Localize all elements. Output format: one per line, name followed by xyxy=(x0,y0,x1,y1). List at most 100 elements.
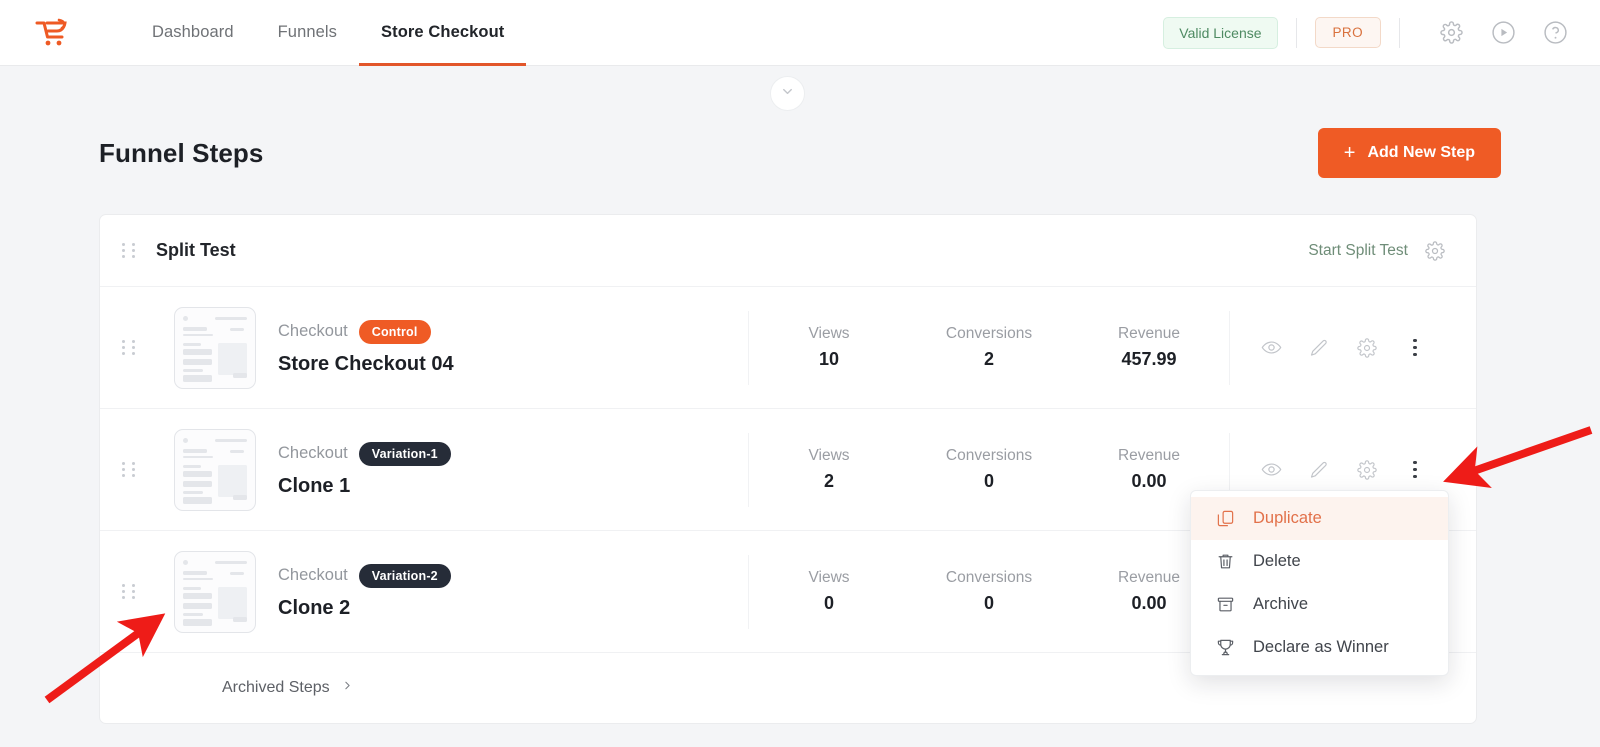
more-vertical-icon[interactable] xyxy=(1404,338,1426,357)
top-navigation-bar: Dashboard Funnels Store Checkout Valid L… xyxy=(0,0,1600,66)
step-name: Clone 1 xyxy=(278,474,351,497)
menu-item-delete[interactable]: Delete xyxy=(1191,540,1448,583)
drag-handle-icon[interactable] xyxy=(122,462,138,477)
stat-value: 0 xyxy=(983,471,994,491)
header-actions: Valid License PRO xyxy=(1163,14,1574,52)
stat-conversions: Conversions 2 xyxy=(909,325,1069,370)
step-type-label: Checkout xyxy=(278,322,348,340)
stat-conversions: Conversions 0 xyxy=(909,569,1069,614)
step-thumbnail[interactable] xyxy=(174,550,256,633)
copy-icon xyxy=(1215,509,1235,528)
stat-label: Conversions xyxy=(945,447,1033,464)
step-info: Checkout Control Store Checkout 04 xyxy=(278,319,748,376)
nav-item-store-checkout[interactable]: Store Checkout xyxy=(359,0,527,66)
step-type-label: Checkout xyxy=(278,566,348,584)
step-info: Checkout Variation-2 Clone 2 xyxy=(278,563,748,620)
archived-steps-link[interactable]: Archived Steps xyxy=(222,679,354,697)
add-new-step-button[interactable]: + Add New Step xyxy=(1317,128,1501,178)
step-thumbnail[interactable] xyxy=(174,428,256,511)
preview-icon[interactable] xyxy=(1260,459,1282,481)
stat-value: 10 xyxy=(818,349,840,369)
stat-label: Views xyxy=(808,569,850,586)
row-actions xyxy=(1230,459,1426,481)
main-nav: Dashboard Funnels Store Checkout xyxy=(130,0,527,66)
step-row[interactable]: Checkout Control Store Checkout 04 Views… xyxy=(100,287,1476,409)
drag-handle-icon[interactable] xyxy=(122,243,138,258)
step-stats: Views 0 Conversions 0 Revenue 0.00 xyxy=(749,569,1229,614)
start-split-test-button[interactable]: Start Split Test xyxy=(1308,242,1408,260)
step-info: Checkout Variation-1 Clone 1 xyxy=(278,441,748,498)
nav-label: Store Checkout xyxy=(381,23,505,41)
step-thumbnail[interactable] xyxy=(174,306,256,389)
step-stats: Views 2 Conversions 0 Revenue 0.00 xyxy=(749,447,1229,492)
step-stats: Views 10 Conversions 2 Revenue 457.99 xyxy=(749,325,1229,370)
stat-label: Conversions xyxy=(945,569,1033,586)
gear-icon[interactable] xyxy=(1356,337,1378,359)
step-badge: Variation-1 xyxy=(358,441,451,466)
archive-box-icon xyxy=(1215,595,1235,614)
stat-revenue: Revenue 0.00 xyxy=(1069,447,1229,492)
stat-value: 2 xyxy=(823,471,834,491)
menu-item-label: Delete xyxy=(1253,552,1301,570)
menu-item-label: Duplicate xyxy=(1253,509,1322,527)
menu-item-archive[interactable]: Archive xyxy=(1191,583,1448,626)
divider xyxy=(1399,17,1400,48)
chevron-right-icon xyxy=(341,679,354,697)
menu-item-declare-as-winner[interactable]: Declare as Winner xyxy=(1191,626,1448,669)
nav-item-dashboard[interactable]: Dashboard xyxy=(130,0,256,66)
stat-views: Views 2 xyxy=(749,447,909,492)
more-vertical-icon[interactable] xyxy=(1404,460,1426,479)
cartflows-logo-icon[interactable] xyxy=(34,15,70,51)
page-header: Funnel Steps + Add New Step xyxy=(99,128,1501,178)
gear-icon[interactable] xyxy=(1356,459,1378,481)
gear-icon[interactable] xyxy=(1424,240,1446,262)
preview-icon[interactable] xyxy=(1260,337,1282,359)
edit-pencil-icon[interactable] xyxy=(1308,337,1330,359)
drag-handle-icon[interactable] xyxy=(122,340,138,355)
stat-revenue: Revenue 457.99 xyxy=(1069,325,1229,370)
stat-views: Views 10 xyxy=(749,325,909,370)
step-type-label: Checkout xyxy=(278,444,348,462)
nav-label: Funnels xyxy=(277,23,338,41)
divider xyxy=(1295,17,1297,48)
help-circle-icon[interactable] xyxy=(1536,14,1574,52)
pro-badge[interactable]: PRO xyxy=(1314,17,1381,48)
stat-views: Views 0 xyxy=(749,569,909,614)
menu-item-label: Archive xyxy=(1253,595,1309,613)
stat-label: Revenue xyxy=(1117,447,1181,464)
trash-icon xyxy=(1215,552,1235,571)
split-test-header-actions: Start Split Test xyxy=(1308,240,1446,262)
stat-label: Conversions xyxy=(945,325,1033,342)
stat-label: Revenue xyxy=(1117,325,1181,342)
nav-item-funnels[interactable]: Funnels xyxy=(256,0,359,66)
chevron-down-icon xyxy=(780,84,795,104)
add-new-step-label: Add New Step xyxy=(1367,144,1475,161)
gear-icon[interactable] xyxy=(1432,14,1470,52)
valid-license-badge: Valid License xyxy=(1163,16,1278,49)
nav-label: Dashboard xyxy=(152,23,234,41)
drag-handle-icon[interactable] xyxy=(122,584,138,599)
step-badge: Control xyxy=(358,319,431,344)
play-circle-icon[interactable] xyxy=(1484,14,1522,52)
stat-value: 0 xyxy=(823,593,834,613)
step-name: Store Checkout 04 xyxy=(278,352,454,375)
menu-item-duplicate[interactable]: Duplicate xyxy=(1191,497,1448,540)
archived-steps-label: Archived Steps xyxy=(222,679,330,696)
split-test-header: Split Test Start Split Test xyxy=(100,215,1476,287)
split-test-title: Split Test xyxy=(156,240,236,260)
stat-conversions: Conversions 0 xyxy=(909,447,1069,492)
menu-item-label: Declare as Winner xyxy=(1253,638,1389,656)
collapse-toggle-button[interactable] xyxy=(770,76,805,111)
page-title: Funnel Steps xyxy=(99,137,264,168)
plus-icon: + xyxy=(1343,142,1356,164)
step-badge: Variation-2 xyxy=(358,563,451,588)
stat-value: 457.99 xyxy=(1121,349,1177,369)
trophy-icon xyxy=(1215,638,1235,657)
step-name: Clone 2 xyxy=(278,596,351,619)
app-root: Dashboard Funnels Store Checkout Valid L… xyxy=(0,0,1600,747)
step-context-menu: Duplicate Delete Archive Declare as Winn… xyxy=(1190,490,1449,676)
edit-pencil-icon[interactable] xyxy=(1308,459,1330,481)
row-actions xyxy=(1230,337,1426,359)
stat-value: 0 xyxy=(983,593,994,613)
stat-value: 2 xyxy=(983,349,994,369)
